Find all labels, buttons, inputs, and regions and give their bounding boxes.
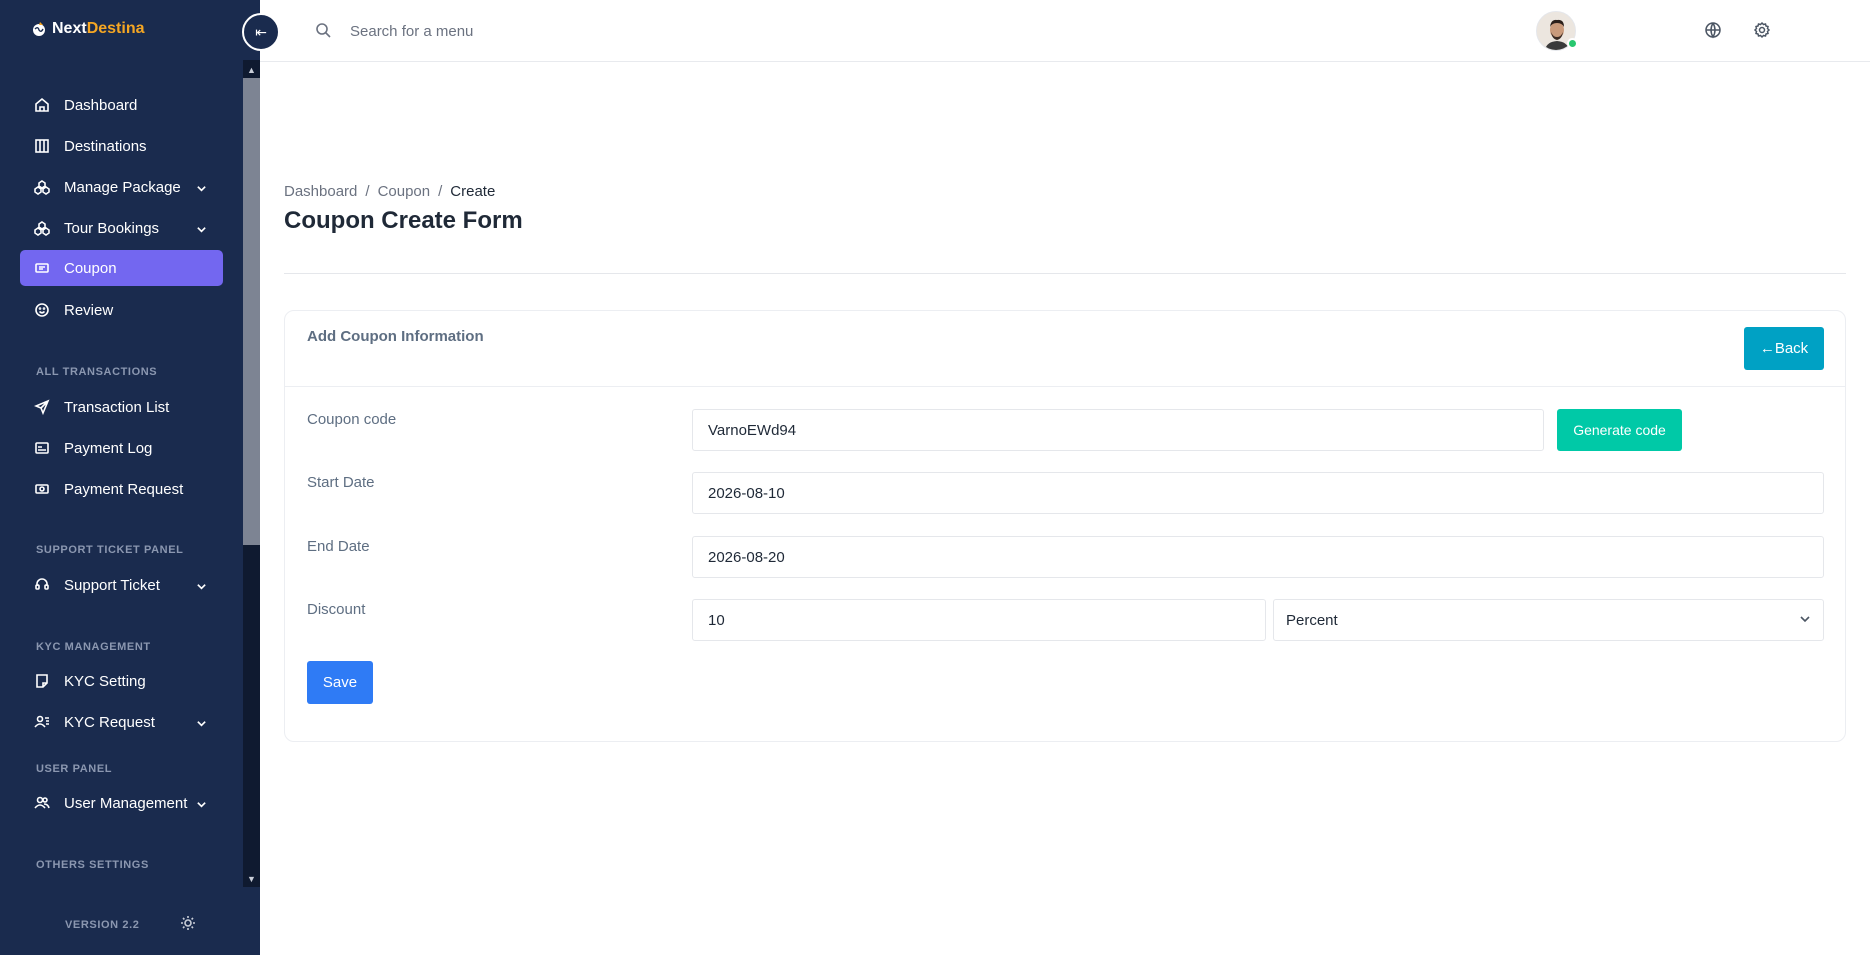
breadcrumb-dashboard[interactable]: Dashboard — [284, 183, 357, 200]
cash-icon — [20, 481, 64, 497]
sidebar-item-payment-request[interactable]: Payment Request — [20, 471, 223, 507]
chevron-down-icon — [196, 716, 207, 733]
brand-logo[interactable]: Next Destina — [30, 20, 144, 38]
globe-icon[interactable] — [1704, 21, 1722, 44]
section-title-user-panel: USER PANEL — [36, 763, 113, 775]
section-title-transactions: ALL TRANSACTIONS — [36, 366, 158, 378]
generate-code-button[interactable]: Generate code — [1557, 409, 1682, 451]
coupon-form-card: Add Coupon Information ←Back Coupon code… — [284, 310, 1846, 742]
chevron-down-icon — [196, 797, 207, 814]
online-status-dot — [1567, 38, 1578, 49]
sidebar-item-coupon[interactable]: Coupon — [20, 250, 223, 286]
sidebar-scrollbar-thumb[interactable] — [243, 78, 260, 545]
section-title-others: OTHERS SETTINGS — [36, 859, 149, 871]
sidebar-item-label: User Management — [64, 794, 188, 812]
note-icon — [20, 673, 64, 689]
scroll-up-icon[interactable]: ▲ — [243, 62, 260, 78]
sidebar-collapse-button[interactable]: ⇤ — [242, 13, 280, 51]
chevron-down-icon — [196, 579, 207, 596]
version-label: VERSION 2.2 — [65, 919, 140, 931]
sidebar-item-label: Payment Request — [64, 480, 184, 498]
sidebar-item-label: Dashboard — [64, 96, 138, 114]
chevron-down-icon — [1799, 612, 1811, 629]
sidebar-item-label: Tour Bookings — [64, 219, 160, 237]
section-title-support: SUPPORT TICKET PANEL — [36, 544, 184, 556]
sidebar-item-manage-package[interactable]: Manage Package — [20, 169, 223, 205]
sidebar-item-tour-bookings[interactable]: Tour Bookings — [20, 210, 223, 246]
sidebar-nav: Dashboard Destinations Manage Package To… — [0, 60, 243, 887]
sidebar-item-label: KYC Request — [64, 713, 155, 731]
back-button[interactable]: ←Back — [1744, 327, 1824, 370]
end-date-input[interactable]: 2026-08-20 — [692, 536, 1824, 578]
sidebar-item-label: KYC Setting — [64, 672, 146, 690]
discount-input[interactable]: 10 — [692, 599, 1266, 641]
topbar — [260, 0, 1870, 62]
sidebar-item-label: Review — [64, 301, 114, 319]
sidebar-footer: VERSION 2.2 — [0, 895, 260, 955]
sun-icon[interactable] — [180, 915, 196, 936]
page-title: Coupon Create Form — [284, 207, 523, 234]
coupon-code-label: Coupon code — [307, 411, 397, 428]
breadcrumb-current: Create — [450, 183, 496, 200]
home-icon — [20, 97, 64, 113]
save-button[interactable]: Save — [307, 661, 373, 704]
chevron-down-icon — [196, 181, 207, 198]
start-date-label: Start Date — [307, 474, 375, 491]
packages-icon — [20, 179, 64, 195]
end-date-label: End Date — [307, 538, 370, 555]
sidebar-item-kyc-setting[interactable]: KYC Setting — [20, 663, 223, 699]
brand-name-part2: Destina — [86, 20, 145, 37]
breadcrumb: Dashboard / Coupon / Create — [284, 183, 495, 200]
send-icon — [20, 399, 64, 415]
globe-logo-icon — [33, 22, 45, 36]
divider — [285, 386, 1845, 387]
sidebar-item-user-management[interactable]: User Management — [20, 785, 223, 821]
discount-type-select[interactable]: Percent — [1273, 599, 1824, 641]
sidebar-item-review[interactable]: Review — [20, 292, 223, 328]
scroll-down-icon[interactable]: ▼ — [243, 871, 260, 887]
breadcrumb-coupon[interactable]: Coupon — [378, 183, 431, 200]
sidebar-item-support-ticket[interactable]: Support Ticket — [20, 567, 223, 603]
sidebar-item-kyc-request[interactable]: KYC Request — [20, 704, 223, 740]
sidebar-item-payment-log[interactable]: Payment Log — [20, 430, 223, 466]
coupon-code-input[interactable]: VarnoEWd94 — [692, 409, 1544, 451]
headset-icon — [20, 577, 64, 593]
sidebar-item-destinations[interactable]: Destinations — [20, 128, 223, 164]
sidebar-item-transaction-list[interactable]: Transaction List — [20, 389, 223, 425]
sidebar-item-label: Coupon — [64, 259, 117, 277]
sidebar-item-label: Manage Package — [64, 178, 181, 196]
ticket-icon — [20, 260, 64, 276]
sidebar-item-label: Support Ticket — [64, 576, 160, 594]
brand-name-part1: Next — [52, 20, 87, 37]
breadcrumb-separator: / — [438, 183, 443, 200]
start-date-input[interactable]: 2026-08-10 — [692, 472, 1824, 514]
map-icon — [20, 138, 64, 154]
user-list-icon — [20, 714, 64, 730]
card-title: Add Coupon Information — [307, 328, 484, 345]
gear-icon[interactable] — [1753, 21, 1771, 44]
chevron-down-icon — [196, 222, 207, 239]
collapse-arrow-icon: ⇤ — [255, 23, 267, 40]
section-title-kyc: KYC MANAGEMENT — [36, 641, 151, 653]
sidebar-item-dashboard[interactable]: Dashboard — [20, 87, 223, 123]
discount-label: Discount — [307, 601, 366, 618]
search-icon — [315, 22, 331, 43]
card-icon — [20, 440, 64, 456]
search-input[interactable] — [350, 16, 750, 46]
sidebar-item-label: Transaction List — [64, 398, 170, 416]
packages-icon — [20, 220, 64, 236]
smile-icon — [20, 302, 64, 318]
users-icon — [20, 795, 64, 811]
divider — [284, 273, 1846, 274]
sidebar-item-label: Payment Log — [64, 439, 153, 457]
sidebar-item-label: Destinations — [64, 137, 147, 155]
sidebar: Next Destina Dashboard Destinations Manag… — [0, 0, 260, 955]
discount-type-value: Percent — [1286, 611, 1338, 629]
breadcrumb-separator: / — [365, 183, 370, 200]
